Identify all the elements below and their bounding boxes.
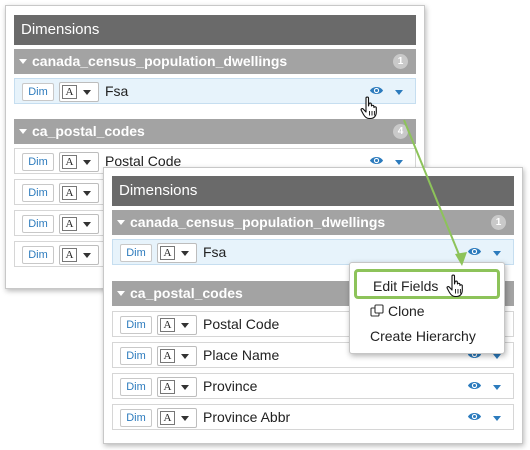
callout-arrow <box>403 119 467 266</box>
